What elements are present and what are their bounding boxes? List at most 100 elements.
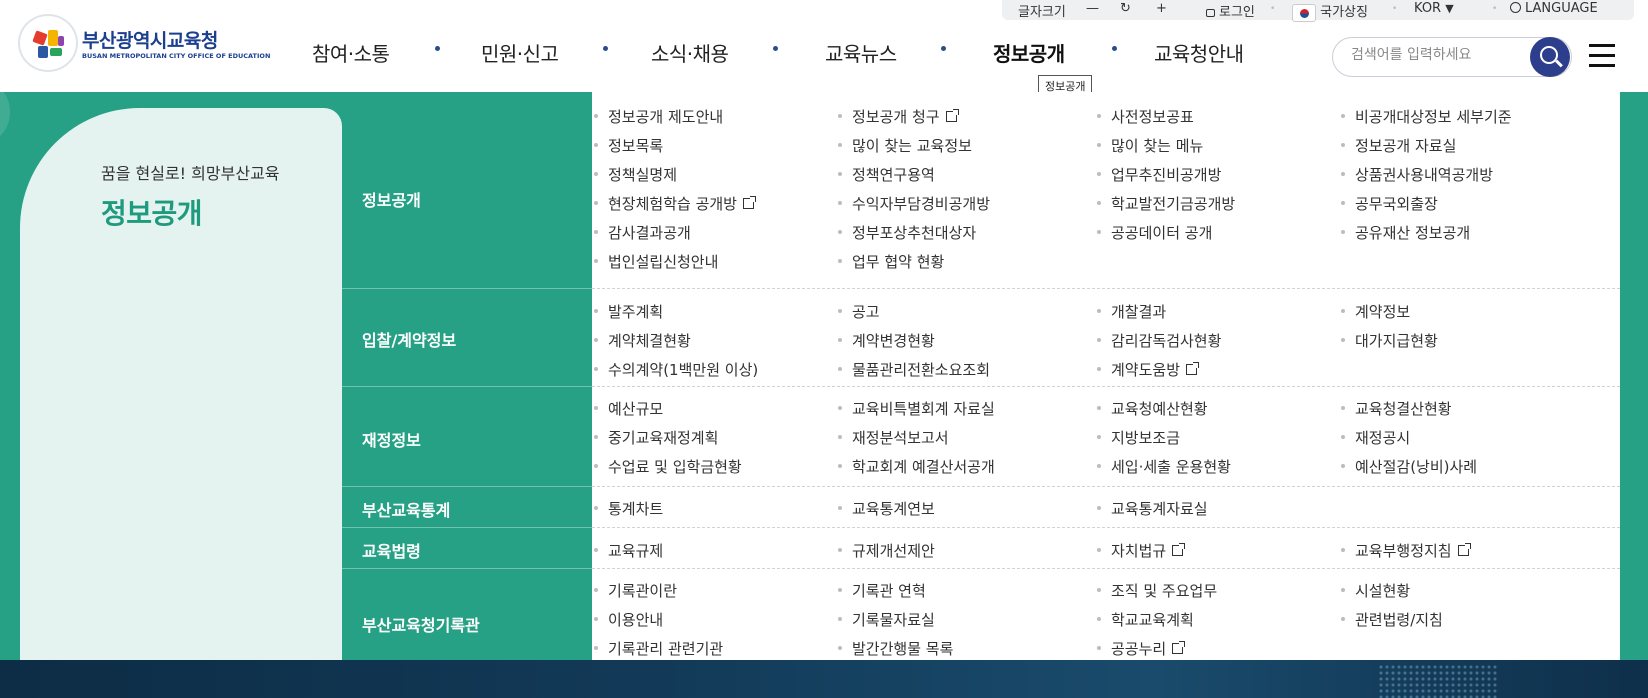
menu-link[interactable]: 정책연구용역 <box>836 164 935 185</box>
menu-link-label: 공공데이터 공개 <box>1111 224 1213 242</box>
menu-link[interactable]: 학교회계 예결산서공개 <box>836 456 995 477</box>
nav-civil-complaints[interactable]: 민원·신고 <box>481 38 559 67</box>
menu-link[interactable]: 현장체험학습 공개방 <box>592 193 756 214</box>
menu-link[interactable]: 물품관리전환소요조회 <box>836 359 990 380</box>
nav-information-disclosure[interactable]: 정보공개 <box>993 38 1065 67</box>
menu-link[interactable]: 감사결과공개 <box>592 222 691 243</box>
menu-link[interactable]: 많이 찾는 교육정보 <box>836 135 972 156</box>
menu-link[interactable]: 법인설립신청안내 <box>592 251 718 272</box>
category-laws[interactable]: 교육법령 <box>342 528 592 569</box>
menu-link[interactable]: 업무 협약 현황 <box>836 251 944 272</box>
menu-link[interactable]: 비공개대상정보 세부기준 <box>1339 106 1512 127</box>
menu-link[interactable]: 기록물자료실 <box>836 609 935 630</box>
nav-news-recruitment[interactable]: 소식·채용 <box>651 38 729 67</box>
menu-link-label: 수업료 및 입학금현황 <box>608 458 742 476</box>
menu-link[interactable]: 수업료 및 입학금현황 <box>592 456 742 477</box>
menu-link[interactable]: 감리감독검사현황 <box>1095 330 1221 351</box>
menu-link[interactable]: 계약도움방 <box>1095 359 1200 380</box>
menu-link-label: 정보공개 청구 <box>852 108 940 126</box>
menu-link[interactable]: 공공누리 <box>1095 638 1186 659</box>
menu-link[interactable]: 세입·세출 운용현황 <box>1095 456 1231 477</box>
menu-link[interactable]: 계약체결현황 <box>592 330 691 351</box>
menu-link[interactable]: 예산규모 <box>592 398 663 419</box>
font-size-decrease-button[interactable]: — <box>1086 1 1099 16</box>
menu-link[interactable]: 이용안내 <box>592 609 663 630</box>
menu-link[interactable]: 예산절감(낭비)사례 <box>1339 456 1477 477</box>
menu-link[interactable]: 학교교육계획 <box>1095 609 1194 630</box>
language-link[interactable]: LANGUAGE <box>1510 1 1598 16</box>
menu-link[interactable]: 정부포상추천대상자 <box>836 222 976 243</box>
menu-link-label: 학교교육계획 <box>1111 611 1194 629</box>
menu-link[interactable]: 교육부행정지침 <box>1339 540 1471 561</box>
menu-link[interactable]: 대가지급현황 <box>1339 330 1438 351</box>
menu-link[interactable]: 교육청예산현황 <box>1095 398 1208 419</box>
menu-link[interactable]: 교육규제 <box>592 540 663 561</box>
menu-link[interactable]: 교육청결산현황 <box>1339 398 1452 419</box>
search-button[interactable] <box>1530 37 1570 77</box>
menu-link[interactable]: 계약정보 <box>1339 301 1410 322</box>
external-link-icon <box>1186 362 1200 375</box>
category-bidding-contract[interactable]: 입찰/계약정보 <box>342 289 592 387</box>
nav-education-news[interactable]: 교육뉴스 <box>825 38 897 67</box>
menu-link-label: 발간간행물 목록 <box>852 640 954 658</box>
menu-link[interactable]: 정보공개 청구 <box>836 106 959 127</box>
menu-link[interactable]: 발간간행물 목록 <box>836 638 953 659</box>
login-link[interactable]: 로그인 <box>1206 1 1255 20</box>
menu-link[interactable]: 공고 <box>836 301 880 322</box>
menu-link[interactable]: 재정공시 <box>1339 427 1410 448</box>
menu-link[interactable]: 사전정보공표 <box>1095 106 1194 127</box>
menu-link[interactable]: 많이 찾는 메뉴 <box>1095 135 1203 156</box>
nav-participation[interactable]: 참여·소통 <box>312 38 390 67</box>
category-info-disclosure[interactable]: 정보공개 <box>342 92 592 289</box>
main-navigation: 참여·소통 민원·신고 소식·채용 교육뉴스 정보공개 교육청안내 <box>0 38 1300 68</box>
font-size-increase-button[interactable]: + <box>1156 1 1167 16</box>
korean-flag-icon <box>1292 3 1316 22</box>
nav-dot <box>603 46 608 51</box>
menu-link[interactable]: 업무추진비공개방 <box>1095 164 1221 185</box>
menu-link-label: 세입·세출 운용현황 <box>1111 458 1231 476</box>
menu-link[interactable]: 지방보조금 <box>1095 427 1180 448</box>
menu-link[interactable]: 개찰결과 <box>1095 301 1166 322</box>
menu-link[interactable]: 통계차트 <box>592 498 663 519</box>
refresh-icon[interactable]: ↻ <box>1120 1 1131 16</box>
menu-link-label: 관련법령/지침 <box>1355 611 1443 629</box>
menu-link[interactable]: 재정분석보고서 <box>836 427 949 448</box>
menu-link[interactable]: 규제개선제안 <box>836 540 935 561</box>
menu-link[interactable]: 정보목록 <box>592 135 663 156</box>
external-link-icon <box>1457 543 1471 556</box>
category-finance[interactable]: 재정정보 <box>342 387 592 487</box>
nav-office-guide[interactable]: 교육청안내 <box>1154 38 1244 67</box>
language-select[interactable]: KOR ▼ <box>1414 1 1454 16</box>
menu-link[interactable]: 수익자부담경비공개방 <box>836 193 990 214</box>
menu-link[interactable]: 공유재산 정보공개 <box>1339 222 1470 243</box>
menu-link[interactable]: 수의계약(1백만원 이상) <box>592 359 758 380</box>
menu-link[interactable]: 교육비특별회계 자료실 <box>836 398 995 419</box>
menu-link[interactable]: 학교발전기금공개방 <box>1095 193 1235 214</box>
menu-link[interactable]: 정책실명제 <box>592 164 677 185</box>
external-link-icon <box>1172 543 1186 556</box>
category-statistics[interactable]: 부산교육통계 <box>342 487 592 528</box>
menu-link[interactable]: 관련법령/지침 <box>1339 609 1443 630</box>
menu-link[interactable]: 기록관 연혁 <box>836 580 926 601</box>
menu-link[interactable]: 상품권사용내역공개방 <box>1339 164 1493 185</box>
menu-link[interactable]: 중기교육재정계획 <box>592 427 718 448</box>
menu-icon[interactable] <box>1589 44 1615 68</box>
menu-link[interactable]: 계약변경현황 <box>836 330 935 351</box>
menu-link-label: 업무추진비공개방 <box>1111 166 1222 184</box>
national-symbol-link[interactable]: 국가상징 <box>1292 1 1368 22</box>
menu-link[interactable]: 공공데이터 공개 <box>1095 222 1212 243</box>
menu-link[interactable]: 발주계획 <box>592 301 663 322</box>
menu-link[interactable]: 정보공개 자료실 <box>1339 135 1456 156</box>
menu-link[interactable]: 시설현황 <box>1339 580 1410 601</box>
menu-link[interactable]: 공무국외출장 <box>1339 193 1438 214</box>
menu-link-label: 정책실명제 <box>608 166 678 184</box>
menu-link[interactable]: 교육통계자료실 <box>1095 498 1208 519</box>
menu-link[interactable]: 기록관리 관련기관 <box>592 638 723 659</box>
menu-link[interactable]: 조직 및 주요업무 <box>1095 580 1217 601</box>
menu-link[interactable]: 자치법규 <box>1095 540 1186 561</box>
menu-link-label: 통계차트 <box>608 500 664 518</box>
menu-link[interactable]: 정보공개 제도안내 <box>592 106 723 127</box>
search-input[interactable] <box>1351 47 1531 63</box>
menu-link[interactable]: 교육통계연보 <box>836 498 935 519</box>
menu-link[interactable]: 기록관이란 <box>592 580 677 601</box>
